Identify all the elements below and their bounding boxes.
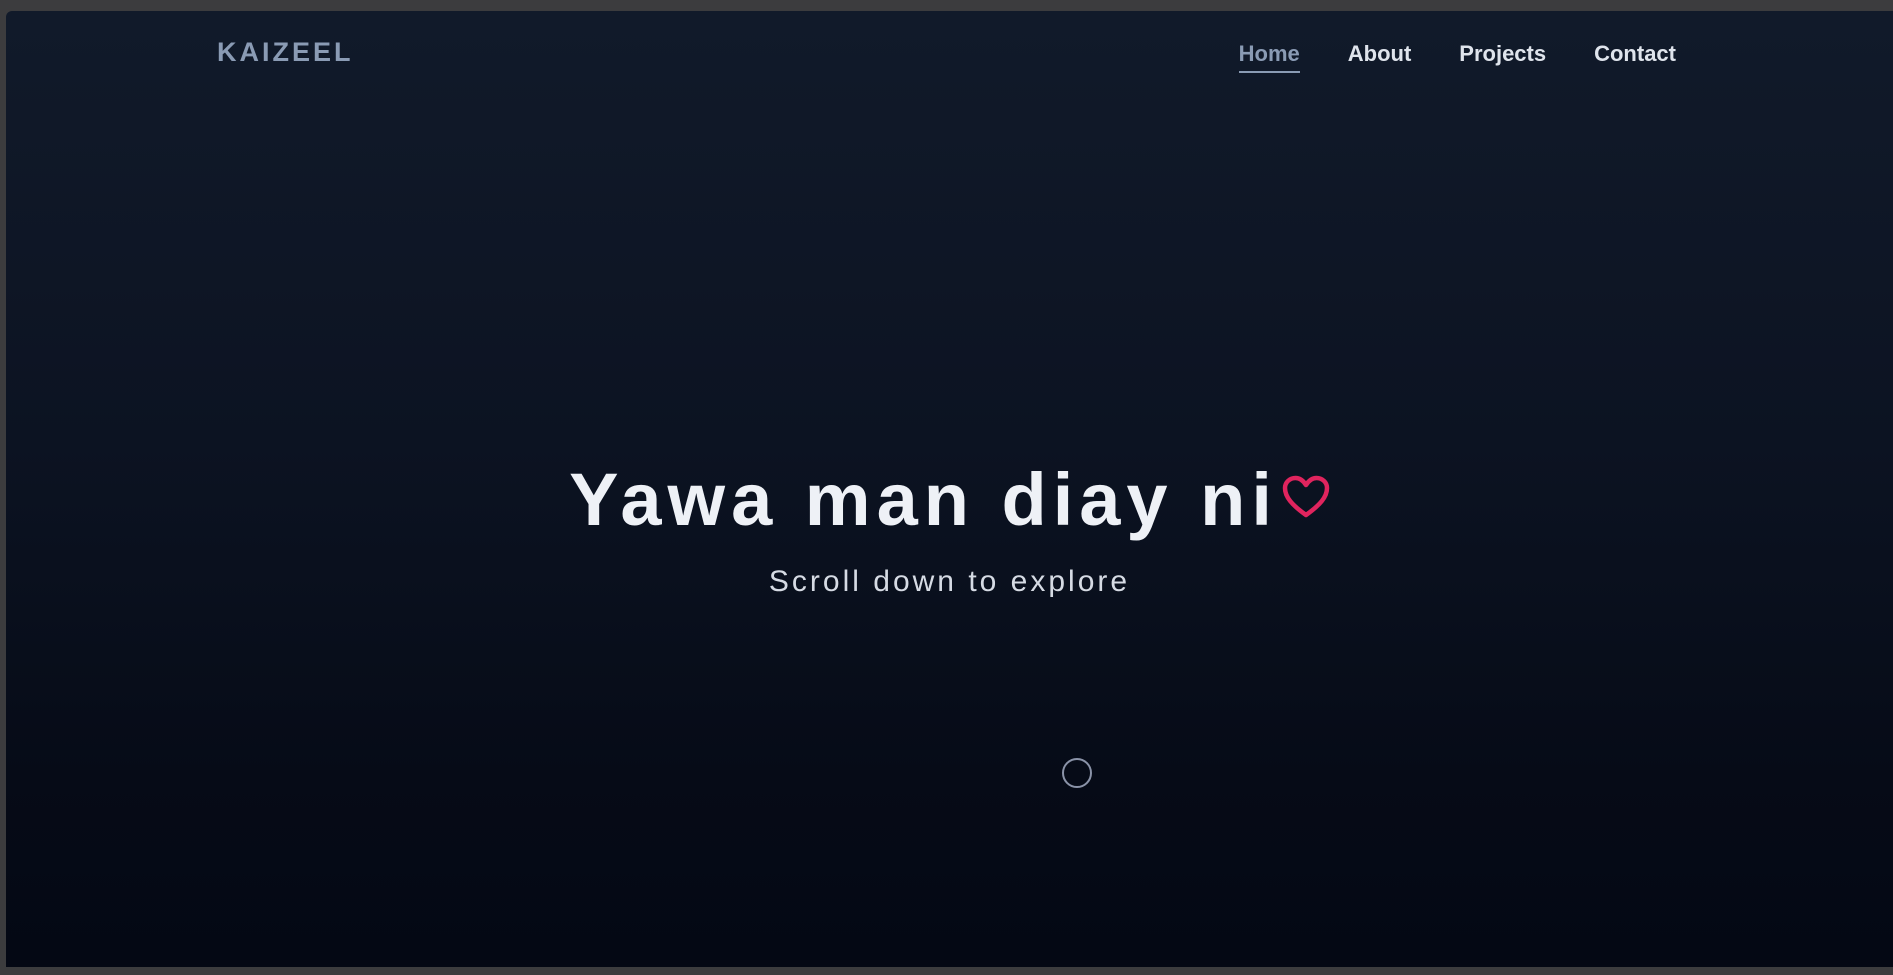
hero-section: Yawa man diay ni Scroll down to explore <box>6 463 1893 597</box>
nav-link-home[interactable]: Home <box>1238 43 1300 73</box>
hero-subtitle: Scroll down to explore <box>768 565 1131 598</box>
scroll-down-indicator-icon[interactable] <box>1062 758 1092 788</box>
hero-title-text: Yawa man diay ni <box>569 458 1278 541</box>
nav-link-contact[interactable]: Contact <box>1594 43 1676 73</box>
page-viewport: KAIZEEL Home About Projects Contact Yawa… <box>6 11 1893 967</box>
nav-links: Home About Projects Contact <box>1238 43 1676 73</box>
heart-outline-icon <box>1282 475 1330 518</box>
hero-title: Yawa man diay ni <box>569 463 1330 537</box>
nav-link-projects[interactable]: Projects <box>1459 43 1546 73</box>
navbar: KAIZEEL Home About Projects Contact <box>6 11 1893 103</box>
brand-logo[interactable]: KAIZEEL <box>217 39 354 66</box>
browser-frame: KAIZEEL Home About Projects Contact Yawa… <box>0 0 1893 975</box>
nav-link-about[interactable]: About <box>1348 43 1412 73</box>
